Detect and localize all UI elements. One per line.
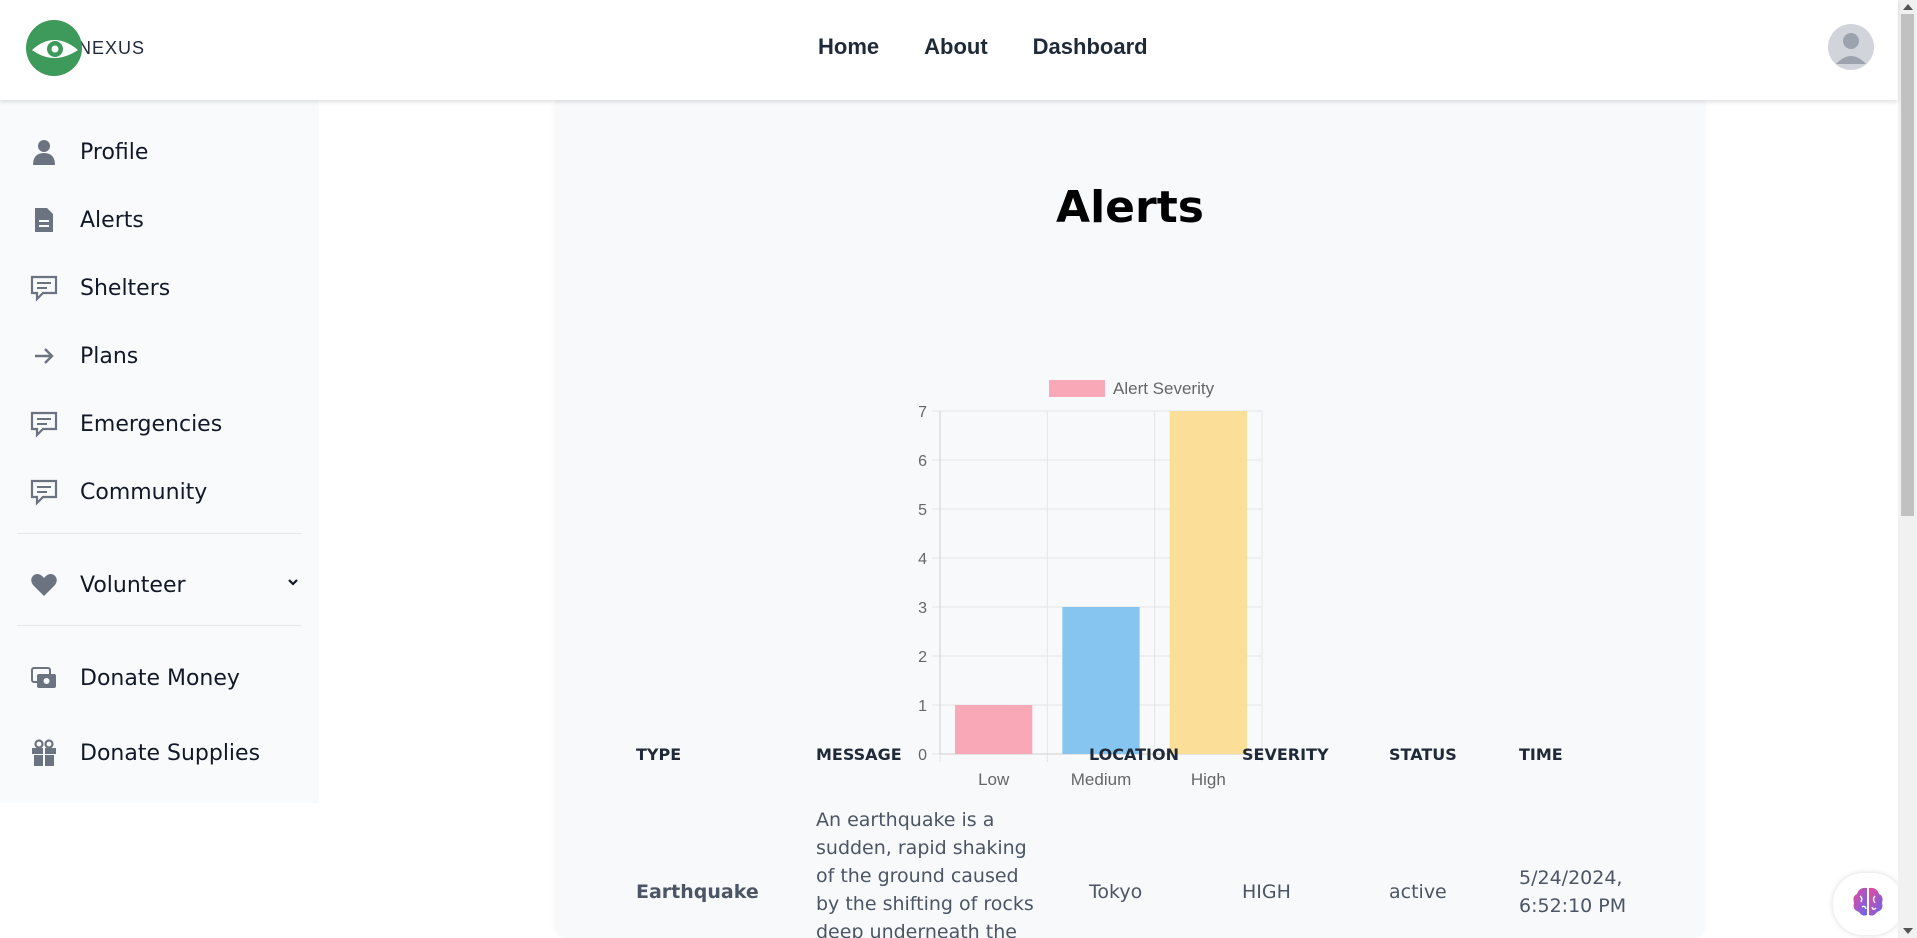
- sidebar-item-label: Volunteer: [80, 572, 186, 598]
- alerts-card: Alerts Alert Severity 0 1 2 3 4 5 6 7 Low Medium Hi…: [555, 100, 1705, 938]
- vertical-scrollbar[interactable]: [1898, 0, 1917, 938]
- column-header-message: MESSAGE: [816, 745, 902, 764]
- chat-icon: [30, 274, 58, 302]
- message-line: sudden, rapid shaking: [816, 837, 1027, 859]
- cell-type: Earthquake: [636, 881, 759, 903]
- alert-severity-chart: Alert Severity 0 1 2 3 4 5 6 7 Low Medium High: [918, 379, 1263, 789]
- page-title: Alerts: [1056, 182, 1204, 233]
- cell-time: 5/24/2024, 6:52:10 PM: [1519, 864, 1626, 920]
- x-tick-label: High: [1191, 770, 1226, 789]
- column-header-time: TIME: [1519, 745, 1563, 764]
- chevron-down-icon[interactable]: [286, 575, 300, 594]
- sidebar: Profile Alerts Shelters Plans Emergencie…: [0, 100, 319, 803]
- sidebar-divider: [17, 625, 302, 626]
- user-icon: [30, 138, 58, 166]
- scroll-down-arrow-icon[interactable]: [1903, 928, 1913, 934]
- sidebar-item-label: Plans: [80, 343, 139, 369]
- document-icon: [30, 206, 58, 234]
- brand-name: NEXUS: [78, 37, 146, 58]
- y-tick-label: 0: [918, 747, 927, 764]
- cell-message: An earthquake is a sudden, rapid shaking…: [816, 806, 1046, 938]
- legend-label: Alert Severity: [1113, 379, 1215, 398]
- sidebar-item-label: Shelters: [80, 275, 171, 301]
- sidebar-item-volunteer[interactable]: Volunteer: [30, 567, 300, 603]
- bar: [1169, 411, 1247, 754]
- bar: [955, 705, 1033, 754]
- assistant-button[interactable]: [1833, 873, 1903, 935]
- eye-logo-icon: [26, 20, 82, 76]
- cash-icon: [30, 664, 58, 692]
- y-tick-label: 1: [918, 698, 927, 715]
- y-tick-label: 3: [918, 600, 927, 617]
- top-navbar: NEXUS Home About Dashboard: [0, 0, 1898, 100]
- message-line: An earthquake is a: [816, 809, 995, 831]
- column-header-location: LOCATION: [1089, 745, 1179, 764]
- sidebar-item-profile[interactable]: Profile: [30, 134, 300, 170]
- brain-icon: [1850, 884, 1886, 925]
- y-tick-label: 6: [918, 453, 927, 470]
- cell-severity: HIGH: [1242, 881, 1291, 903]
- y-tick-label: 2: [918, 649, 927, 666]
- message-line: deep underneath the: [816, 921, 1017, 938]
- column-header-type: TYPE: [636, 745, 682, 764]
- sidebar-item-label: Donate Money: [80, 665, 240, 691]
- nav-about-link[interactable]: About: [924, 34, 988, 60]
- sidebar-divider: [17, 533, 302, 534]
- sidebar-item-label: Community: [80, 479, 208, 505]
- nav-dashboard-link[interactable]: Dashboard: [1033, 34, 1148, 60]
- user-avatar[interactable]: [1828, 24, 1874, 70]
- time-line: 5/24/2024,: [1519, 867, 1623, 889]
- sidebar-item-donate-money[interactable]: Donate Money: [30, 660, 300, 696]
- arrow-right-icon: [30, 342, 58, 370]
- sidebar-item-emergencies[interactable]: Emergencies: [30, 406, 300, 442]
- y-tick-label: 7: [918, 404, 927, 421]
- cell-location: Tokyo: [1089, 881, 1143, 903]
- bar: [1062, 607, 1140, 754]
- time-line: 6:52:10 PM: [1519, 895, 1627, 917]
- scrollbar-thumb[interactable]: [1901, 14, 1914, 516]
- main-nav: Home About Dashboard: [818, 34, 1148, 60]
- legend-swatch: [1049, 380, 1105, 397]
- x-tick-label: Low: [978, 770, 1010, 789]
- nav-home-link[interactable]: Home: [818, 34, 879, 60]
- sidebar-item-label: Alerts: [80, 207, 144, 233]
- sidebar-item-label: Donate Supplies: [80, 740, 261, 766]
- chat-icon: [30, 478, 58, 506]
- chat-icon: [30, 410, 58, 438]
- sidebar-item-label: Emergencies: [80, 411, 223, 437]
- sidebar-item-community[interactable]: Community: [30, 474, 300, 510]
- sidebar-item-alerts[interactable]: Alerts: [30, 202, 300, 238]
- y-tick-label: 4: [918, 551, 927, 568]
- sidebar-item-plans[interactable]: Plans: [30, 338, 300, 374]
- gift-icon: [30, 739, 58, 767]
- cell-status: active: [1389, 881, 1447, 903]
- x-tick-label: Medium: [1071, 770, 1131, 789]
- column-header-status: STATUS: [1389, 745, 1457, 764]
- sidebar-item-shelters[interactable]: Shelters: [30, 270, 300, 306]
- message-line: of the ground caused: [816, 865, 1019, 887]
- scroll-up-arrow-icon[interactable]: [1903, 4, 1913, 10]
- column-header-severity: SEVERITY: [1242, 745, 1329, 764]
- y-tick-label: 5: [918, 502, 927, 519]
- sidebar-item-donate-supplies[interactable]: Donate Supplies: [30, 735, 300, 771]
- message-line: by the shifting of rocks: [816, 893, 1034, 915]
- heart-icon: [30, 571, 58, 599]
- sidebar-item-label: Profile: [80, 139, 149, 165]
- brand-logo[interactable]: NEXUS: [26, 20, 145, 76]
